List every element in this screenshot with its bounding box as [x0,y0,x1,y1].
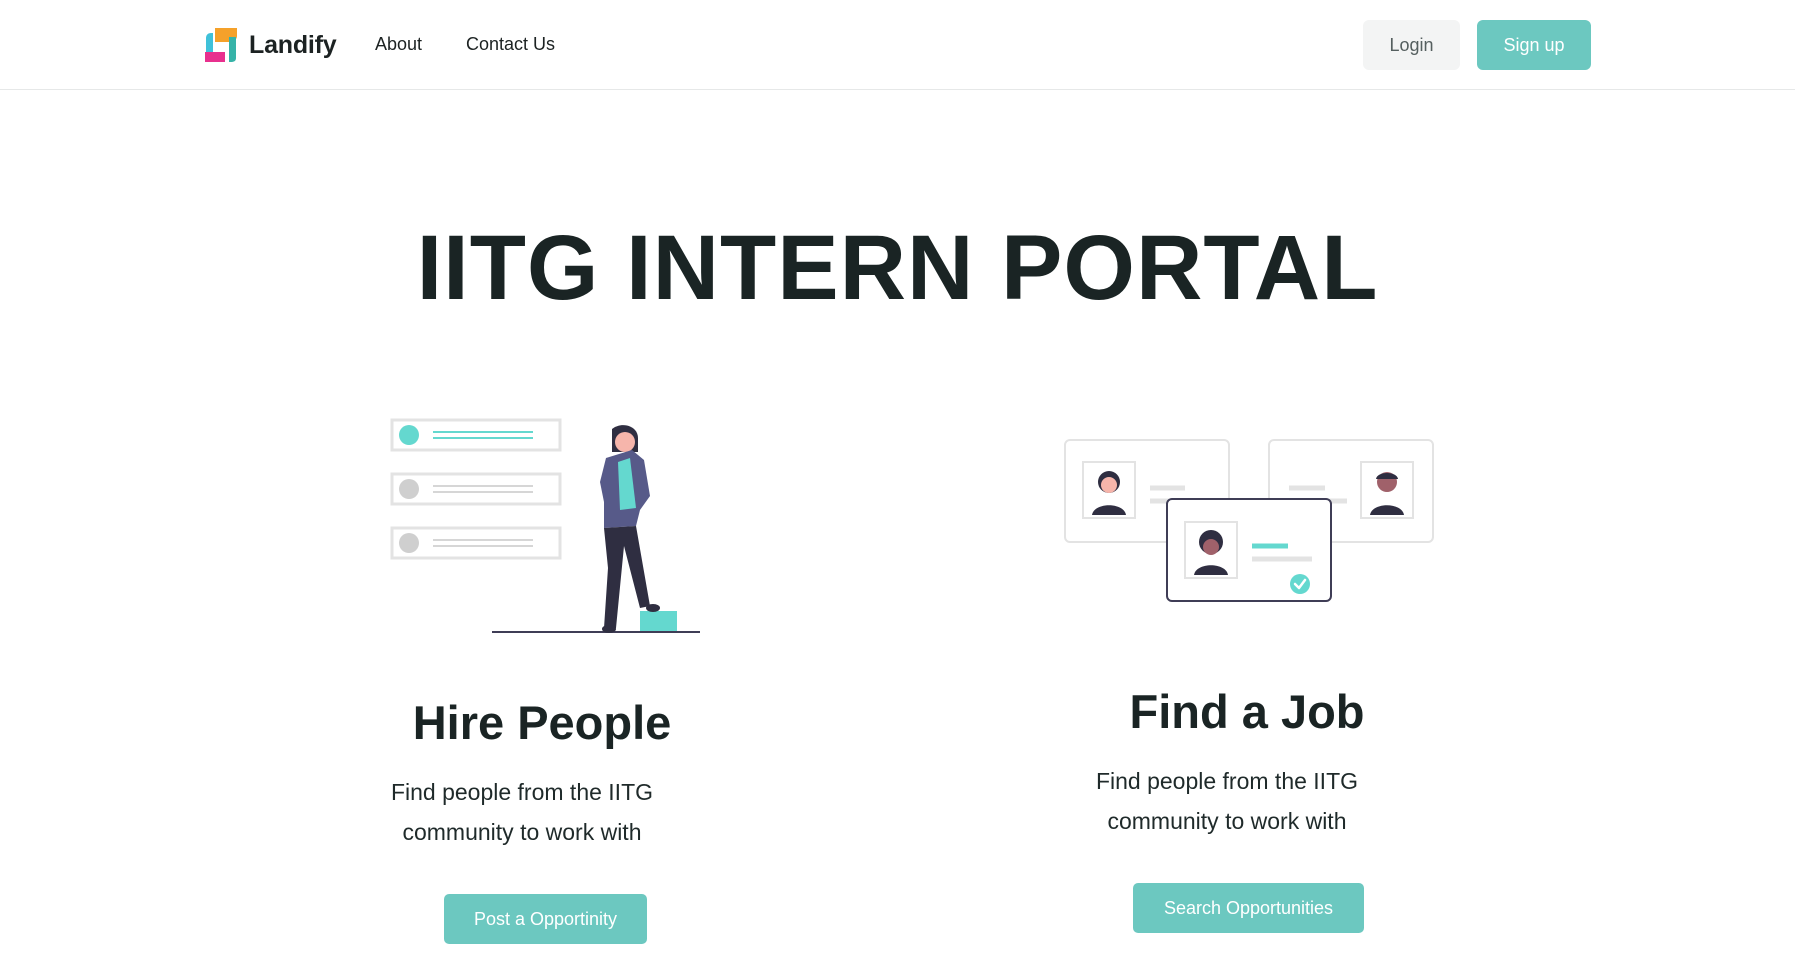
search-opportunities-button[interactable]: Search Opportunities [1133,883,1364,933]
nav-link-contact[interactable]: Contact Us [466,34,555,55]
navbar: Landify About Contact Us Login Sign up [0,0,1795,90]
find-job-description-line1: Find people from the IITG [1095,768,1359,794]
checkmark-icon [1290,574,1310,594]
hire-people-description-line1: Find people from the IITG [390,779,654,805]
login-button[interactable]: Login [1363,20,1460,70]
hire-people-illustration [390,418,700,633]
landify-logo-icon [205,28,237,62]
brand-logo[interactable]: Landify [203,26,337,64]
brand-name: Landify [249,30,337,59]
page-title: IITG INTERN PORTAL [416,217,1379,319]
hire-people-title: Hire People [412,696,672,749]
nav-link-about[interactable]: About [375,34,422,55]
signup-button[interactable]: Sign up [1477,20,1591,70]
find-job-description-line2: community to work with [1107,808,1347,834]
hire-people-description-line2: community to work with [402,819,642,845]
find-job-title: Find a Job [1129,685,1365,738]
find-job-illustration [1064,439,1434,602]
post-opportunity-button[interactable]: Post a Opportinity [444,894,647,944]
